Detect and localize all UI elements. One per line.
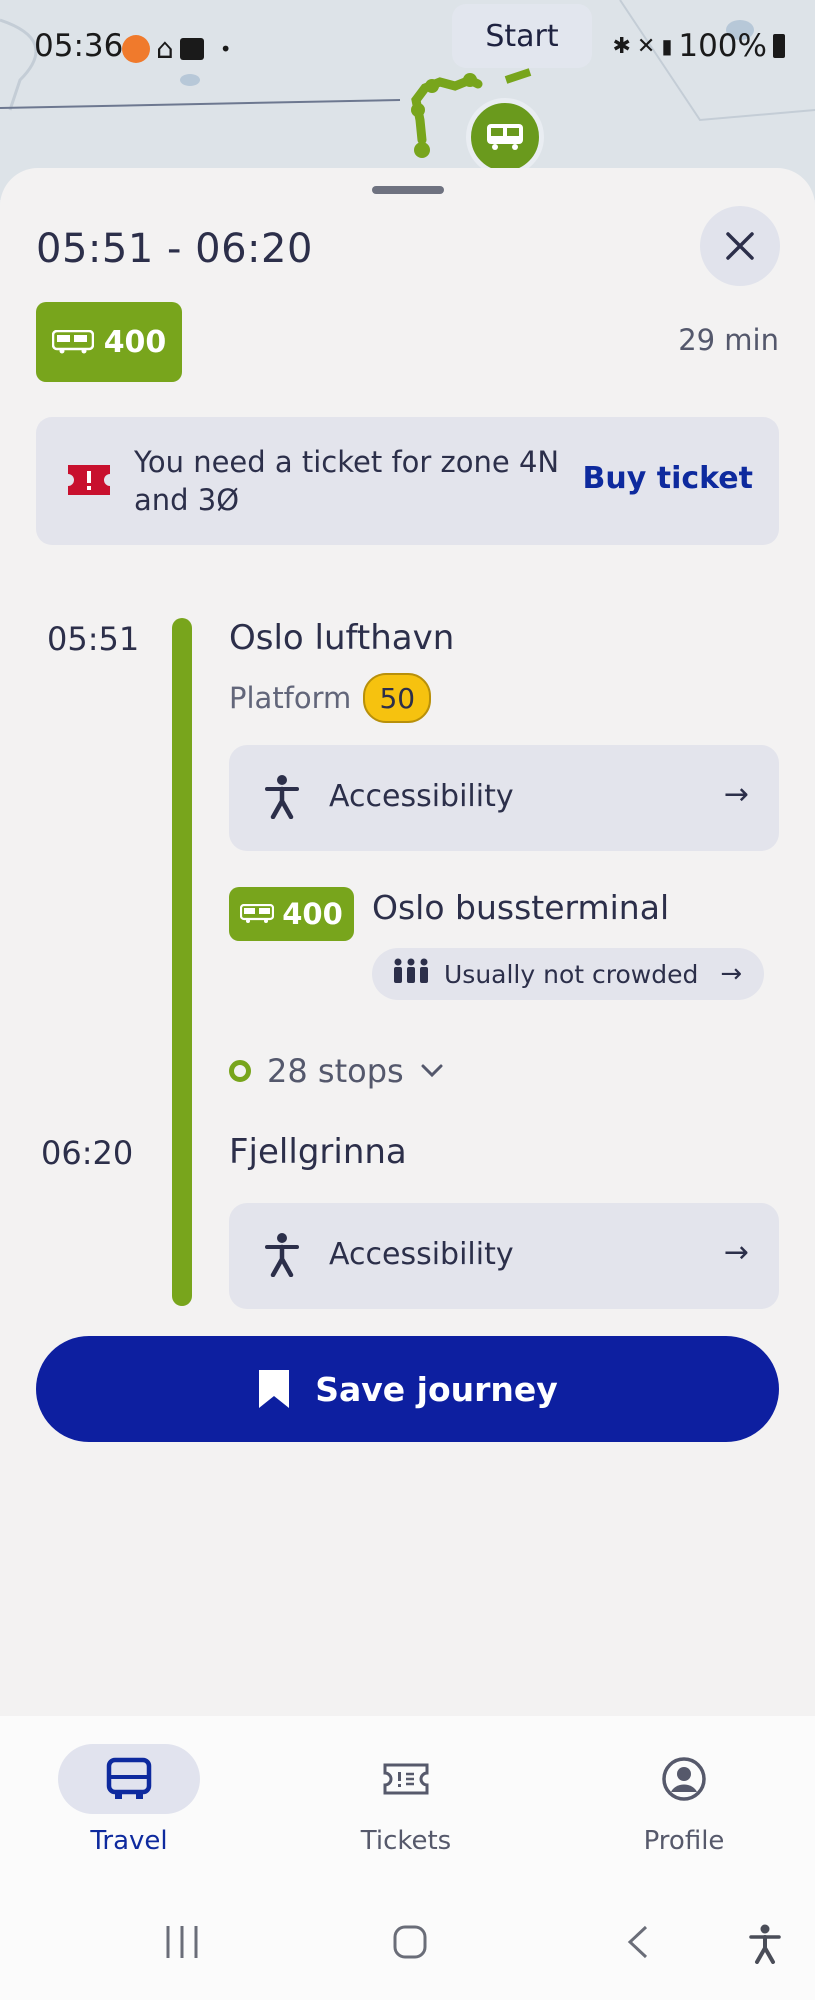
accessibility-icon [265, 1233, 299, 1281]
map-bus-marker-icon[interactable] [466, 98, 544, 176]
nav-tickets[interactable]: Tickets [306, 1744, 506, 1856]
save-journey-button[interactable]: Save journey [36, 1336, 779, 1442]
leg-line-badge: 400 [229, 887, 354, 941]
line-badge: 400 [36, 302, 182, 382]
arrow-right-icon: → [723, 777, 749, 812]
start-chip[interactable]: Start [452, 4, 592, 68]
recent-apps-icon [166, 1926, 198, 1958]
trip-duration: 29 min [678, 323, 779, 357]
arrow-right-icon: → [723, 1235, 749, 1270]
ticket-notice-text: You need a ticket for zone 4N and 3Ø [134, 445, 560, 517]
stops-count: 28 stops [267, 1052, 404, 1090]
close-button[interactable] [700, 206, 780, 286]
bus-icon [240, 904, 275, 923]
crowding-info-button[interactable]: Usually not crowded → [372, 948, 764, 1000]
bottom-navigation: Travel Tickets Profile [0, 1716, 815, 1886]
back-button[interactable] [624, 1924, 652, 1964]
journey-details-screen: 05:36 ⌂ • Start ✱ ✕ ▮ 100% 05:51 - 06:20 [0, 0, 815, 2000]
close-icon [726, 232, 754, 260]
nav-travel-icon-wrap [58, 1744, 200, 1814]
chevron-down-icon [421, 1064, 443, 1078]
stop-dot-icon [229, 1060, 251, 1082]
recent-apps-button[interactable] [164, 1924, 200, 1964]
nav-profile-label: Profile [643, 1826, 725, 1856]
arrival-time: 06:20 [41, 1134, 134, 1172]
back-icon [627, 1925, 648, 1959]
route-line [172, 618, 192, 1306]
buy-ticket-link[interactable]: Buy ticket [583, 461, 753, 496]
nav-tickets-label: Tickets [360, 1826, 452, 1856]
journey-sheet: 05:51 - 06:20 400 29 min You need a tick… [0, 168, 815, 1718]
intermediate-stops-toggle[interactable]: 28 stops [229, 1052, 444, 1090]
platform-info: Platform 50 [229, 673, 432, 723]
battery-icon [773, 34, 785, 58]
accessibility-label: Accessibility [329, 1237, 514, 1272]
bus-icon [51, 330, 94, 354]
home-circle-icon [393, 1925, 427, 1959]
ticket-icon [383, 1763, 429, 1795]
bookmark-icon [259, 1370, 290, 1408]
accessibility-shortcut-button[interactable] [748, 1924, 782, 1968]
status-indicators: ✱ ✕ ▮ 100% [612, 28, 785, 64]
profile-icon [662, 1757, 706, 1801]
home-icon: ⌂ [156, 32, 174, 65]
departure-accessibility-card[interactable]: Accessibility → [229, 745, 779, 851]
system-navigation-bar [0, 1886, 815, 2000]
save-journey-label: Save journey [315, 1369, 558, 1409]
image-icon [179, 37, 204, 60]
platform-badge: 50 [363, 673, 432, 723]
platform-label: Platform [229, 681, 352, 715]
notification-icons: ⌂ • [122, 32, 232, 65]
line-number: 400 [103, 324, 167, 360]
status-bar: 05:36 ⌂ • Start ✱ ✕ ▮ 100% [0, 0, 815, 92]
nav-profile-icon-wrap [613, 1744, 755, 1814]
accessibility-icon [749, 1924, 781, 1964]
accessibility-icon [265, 775, 299, 823]
arrival-stop: Fjellgrinna [229, 1132, 407, 1172]
leg-line-number: 400 [282, 897, 343, 931]
bluetooth-icon: ✱ [612, 33, 631, 59]
accessibility-label: Accessibility [329, 779, 514, 814]
nav-travel-label: Travel [90, 1826, 168, 1856]
crowding-label: Usually not crowded [444, 959, 699, 989]
mute-icon: ✕ [636, 33, 656, 59]
status-time: 05:36 [34, 28, 124, 64]
trip-time-range: 05:51 - 06:20 [36, 226, 313, 272]
nav-profile[interactable]: Profile [584, 1744, 784, 1856]
signal-icon: ▮ [661, 34, 673, 58]
bus-icon [106, 1757, 152, 1799]
departure-stop: Oslo lufthavn [229, 618, 455, 658]
departure-time: 05:51 [47, 620, 140, 658]
nav-travel[interactable]: Travel [29, 1744, 229, 1856]
ticket-notice: You need a ticket for zone 4N and 3Ø Buy… [36, 417, 779, 545]
battery-text: 100% [678, 28, 767, 64]
nav-tickets-icon-wrap [335, 1744, 477, 1814]
app-notification-icon [122, 34, 150, 63]
sheet-drag-handle[interactable] [372, 186, 444, 194]
crowd-icon [392, 958, 430, 990]
leg-destination: Oslo bussterminal [372, 888, 670, 927]
arrival-accessibility-card[interactable]: Accessibility → [229, 1203, 779, 1309]
ticket-warning-icon [66, 463, 112, 501]
arrow-right-icon: → [720, 959, 743, 989]
dot-icon: • [219, 36, 232, 61]
home-button[interactable] [392, 1924, 428, 1964]
